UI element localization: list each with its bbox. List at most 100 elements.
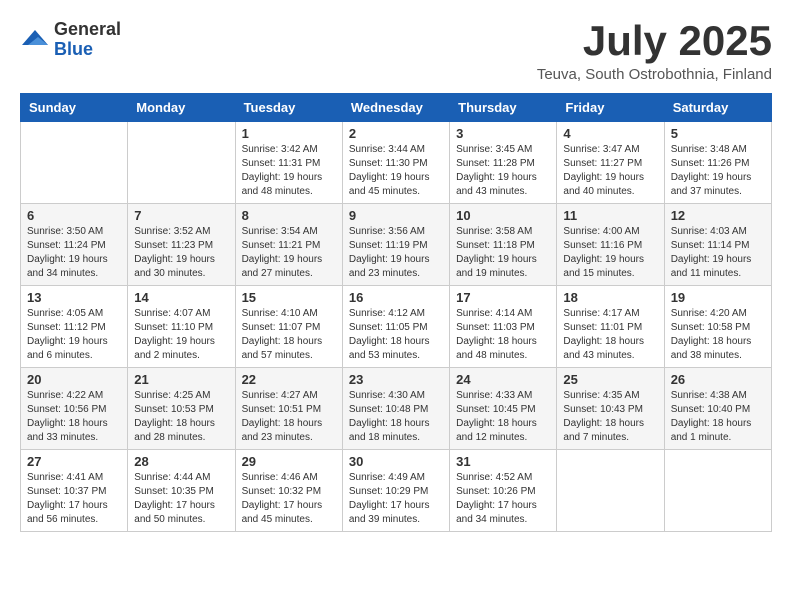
day-info: Sunrise: 3:58 AM Sunset: 11:18 PM Daylig… xyxy=(456,225,550,281)
calendar-cell: 2Sunrise: 3:44 AM Sunset: 11:30 PM Dayli… xyxy=(342,122,449,204)
logo-general: General xyxy=(54,20,121,40)
calendar-table: SundayMondayTuesdayWednesdayThursdayFrid… xyxy=(20,93,772,532)
weekday-header: Saturday xyxy=(664,94,771,122)
day-number: 8 xyxy=(242,208,336,223)
calendar-cell: 17Sunrise: 4:14 AM Sunset: 11:03 PM Dayl… xyxy=(450,286,557,368)
day-number: 9 xyxy=(349,208,443,223)
day-info: Sunrise: 4:27 AM Sunset: 10:51 PM Daylig… xyxy=(242,389,336,445)
day-info: Sunrise: 3:54 AM Sunset: 11:21 PM Daylig… xyxy=(242,225,336,281)
logo-text: General Blue xyxy=(54,20,121,60)
calendar-cell: 10 Sunrise: 3:58 AM Sunset: 11:18 PM Dayl… xyxy=(450,204,557,286)
calendar-cell: 18Sunrise: 4:17 AM Sunset: 11:01 PM Dayl… xyxy=(557,286,664,368)
weekday-header: Friday xyxy=(557,94,664,122)
weekday-header: Tuesday xyxy=(235,94,342,122)
calendar-cell: 15Sunrise: 4:10 AM Sunset: 11:07 PM Dayl… xyxy=(235,286,342,368)
day-info: Sunrise: 4:00 AM Sunset: 11:16 PM Daylig… xyxy=(563,225,657,281)
calendar-cell: 31Sunrise: 4:52 AM Sunset: 10:26 PM Dayl… xyxy=(450,450,557,532)
calendar-cell: 27 Sunrise: 4:41 AM Sunset: 10:37 PM Dayl… xyxy=(21,450,128,532)
calendar-cell: 8 Sunrise: 3:54 AM Sunset: 11:21 PM Dayli… xyxy=(235,204,342,286)
weekday-header: Monday xyxy=(128,94,235,122)
day-info: Sunrise: 4:38 AM Sunset: 10:40 PM Daylig… xyxy=(671,389,765,445)
day-number: 10 xyxy=(456,208,550,223)
day-number: 14 xyxy=(134,290,228,305)
calendar-cell: 1Sunrise: 3:42 AM Sunset: 11:31 PM Dayli… xyxy=(235,122,342,204)
day-number: 21 xyxy=(134,372,228,387)
logo-icon xyxy=(20,25,50,55)
calendar-week-row: 1Sunrise: 3:42 AM Sunset: 11:31 PM Dayli… xyxy=(21,122,772,204)
calendar-cell: 6 Sunrise: 3:50 AM Sunset: 11:24 PM Dayli… xyxy=(21,204,128,286)
calendar-cell: 29 Sunrise: 4:46 AM Sunset: 10:32 PM Dayl… xyxy=(235,450,342,532)
day-info: Sunrise: 4:25 AM Sunset: 10:53 PM Daylig… xyxy=(134,389,228,445)
calendar-cell: 24 Sunrise: 4:33 AM Sunset: 10:45 PM Dayl… xyxy=(450,368,557,450)
day-info: Sunrise: 4:41 AM Sunset: 10:37 PM Daylig… xyxy=(27,471,121,527)
title-block: July 2025 Teuva, South Ostrobothnia, Fin… xyxy=(537,20,772,83)
day-number: 19 xyxy=(671,290,765,305)
day-info: Sunrise: 4:33 AM Sunset: 10:45 PM Daylig… xyxy=(456,389,550,445)
day-info: Sunrise: 4:17 AM Sunset: 11:01 PM Daylig… xyxy=(563,307,657,363)
day-info: Sunrise: 3:50 AM Sunset: 11:24 PM Daylig… xyxy=(27,225,121,281)
day-number: 4 xyxy=(563,126,657,141)
calendar-cell: 7Sunrise: 3:52 AM Sunset: 11:23 PM Dayli… xyxy=(128,204,235,286)
day-info: Sunrise: 3:47 AM Sunset: 11:27 PM Daylig… xyxy=(563,143,657,199)
calendar-cell: 5 Sunrise: 3:48 AM Sunset: 11:26 PM Dayli… xyxy=(664,122,771,204)
day-number: 22 xyxy=(242,372,336,387)
day-info: Sunrise: 4:20 AM Sunset: 10:58 PM Daylig… xyxy=(671,307,765,363)
day-number: 30 xyxy=(349,454,443,469)
day-info: Sunrise: 4:03 AM Sunset: 11:14 PM Daylig… xyxy=(671,225,765,281)
logo-blue: Blue xyxy=(54,40,121,60)
calendar-cell: 4 Sunrise: 3:47 AM Sunset: 11:27 PM Dayli… xyxy=(557,122,664,204)
calendar-cell xyxy=(128,122,235,204)
day-number: 5 xyxy=(671,126,765,141)
day-info: Sunrise: 4:10 AM Sunset: 11:07 PM Daylig… xyxy=(242,307,336,363)
day-info: Sunrise: 3:48 AM Sunset: 11:26 PM Daylig… xyxy=(671,143,765,199)
day-info: Sunrise: 3:42 AM Sunset: 11:31 PM Daylig… xyxy=(242,143,336,199)
calendar-cell: 19 Sunrise: 4:20 AM Sunset: 10:58 PM Dayl… xyxy=(664,286,771,368)
calendar-cell: 23Sunrise: 4:30 AM Sunset: 10:48 PM Dayl… xyxy=(342,368,449,450)
calendar-cell: 13Sunrise: 4:05 AM Sunset: 11:12 PM Dayl… xyxy=(21,286,128,368)
calendar-cell: 11 Sunrise: 4:00 AM Sunset: 11:16 PM Dayl… xyxy=(557,204,664,286)
day-info: Sunrise: 4:05 AM Sunset: 11:12 PM Daylig… xyxy=(27,307,121,363)
day-number: 25 xyxy=(563,372,657,387)
day-number: 11 xyxy=(563,208,657,223)
day-info: Sunrise: 4:46 AM Sunset: 10:32 PM Daylig… xyxy=(242,471,336,527)
month-title: July 2025 xyxy=(537,20,772,62)
calendar-cell: 9 Sunrise: 3:56 AM Sunset: 11:19 PM Dayli… xyxy=(342,204,449,286)
calendar-cell: 28 Sunrise: 4:44 AM Sunset: 10:35 PM Dayl… xyxy=(128,450,235,532)
day-info: Sunrise: 4:35 AM Sunset: 10:43 PM Daylig… xyxy=(563,389,657,445)
calendar-cell: 16Sunrise: 4:12 AM Sunset: 11:05 PM Dayl… xyxy=(342,286,449,368)
day-info: Sunrise: 4:22 AM Sunset: 10:56 PM Daylig… xyxy=(27,389,121,445)
day-info: Sunrise: 3:44 AM Sunset: 11:30 PM Daylig… xyxy=(349,143,443,199)
day-info: Sunrise: 4:49 AM Sunset: 10:29 PM Daylig… xyxy=(349,471,443,527)
day-number: 27 xyxy=(27,454,121,469)
day-info: Sunrise: 3:52 AM Sunset: 11:23 PM Daylig… xyxy=(134,225,228,281)
location: Teuva, South Ostrobothnia, Finland xyxy=(537,66,772,83)
logo: General Blue xyxy=(20,20,121,60)
calendar-header-row: SundayMondayTuesdayWednesdayThursdayFrid… xyxy=(21,94,772,122)
day-number: 24 xyxy=(456,372,550,387)
day-info: Sunrise: 4:07 AM Sunset: 11:10 PM Daylig… xyxy=(134,307,228,363)
calendar-cell xyxy=(21,122,128,204)
weekday-header: Thursday xyxy=(450,94,557,122)
day-number: 31 xyxy=(456,454,550,469)
weekday-header: Sunday xyxy=(21,94,128,122)
day-number: 12 xyxy=(671,208,765,223)
calendar-cell: 20 Sunrise: 4:22 AM Sunset: 10:56 PM Dayl… xyxy=(21,368,128,450)
day-number: 17 xyxy=(456,290,550,305)
calendar-cell: 26Sunrise: 4:38 AM Sunset: 10:40 PM Dayl… xyxy=(664,368,771,450)
day-info: Sunrise: 3:45 AM Sunset: 11:28 PM Daylig… xyxy=(456,143,550,199)
day-number: 3 xyxy=(456,126,550,141)
calendar-cell: 12 Sunrise: 4:03 AM Sunset: 11:14 PM Dayl… xyxy=(664,204,771,286)
day-info: Sunrise: 3:56 AM Sunset: 11:19 PM Daylig… xyxy=(349,225,443,281)
day-number: 6 xyxy=(27,208,121,223)
calendar-week-row: 20 Sunrise: 4:22 AM Sunset: 10:56 PM Dayl… xyxy=(21,368,772,450)
calendar-week-row: 6 Sunrise: 3:50 AM Sunset: 11:24 PM Dayli… xyxy=(21,204,772,286)
day-info: Sunrise: 4:44 AM Sunset: 10:35 PM Daylig… xyxy=(134,471,228,527)
calendar-week-row: 13Sunrise: 4:05 AM Sunset: 11:12 PM Dayl… xyxy=(21,286,772,368)
day-number: 28 xyxy=(134,454,228,469)
calendar-cell: 22 Sunrise: 4:27 AM Sunset: 10:51 PM Dayl… xyxy=(235,368,342,450)
calendar-cell xyxy=(664,450,771,532)
calendar-cell xyxy=(557,450,664,532)
calendar-cell: 14 Sunrise: 4:07 AM Sunset: 11:10 PM Dayl… xyxy=(128,286,235,368)
day-number: 20 xyxy=(27,372,121,387)
day-number: 29 xyxy=(242,454,336,469)
